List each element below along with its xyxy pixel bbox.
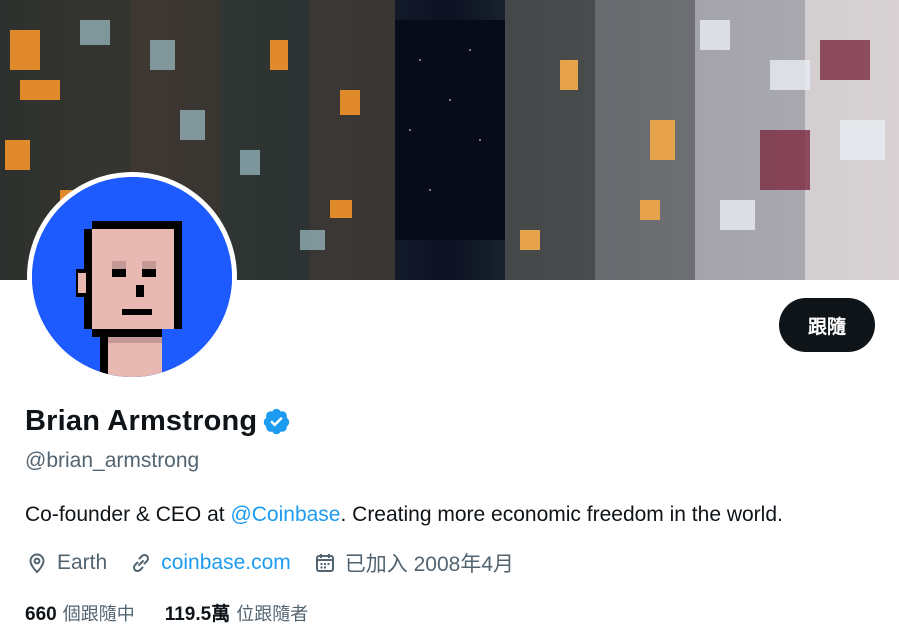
profile-stats: 660 個跟隨中 119.5萬 位跟隨者 — [25, 599, 338, 626]
location-pin-icon — [29, 553, 45, 574]
bio-mention-link[interactable]: @Coinbase — [230, 503, 340, 526]
profile-meta: Earth coinbase.com 已加入 2008年4月 — [25, 548, 536, 578]
follow-button[interactable]: 跟隨 — [779, 298, 875, 352]
location-item: Earth — [25, 551, 107, 575]
calendar-icon — [315, 554, 334, 572]
followers-label: 位跟隨者 — [236, 604, 309, 625]
link-icon — [133, 553, 150, 573]
joined-date: 已加入 2008年4月 — [344, 553, 515, 576]
website-link[interactable]: coinbase.com — [161, 551, 291, 575]
following-count: 660 — [25, 603, 57, 625]
avatar-pixel-portrait — [32, 177, 232, 377]
profile-bio: Co-founder & CEO at @Coinbase. Creating … — [25, 503, 783, 527]
bio-text-suffix: . Creating more economic freedom in the … — [340, 503, 783, 526]
following-stat[interactable]: 660 個跟隨中 — [25, 600, 135, 626]
verified-badge-icon[interactable] — [262, 407, 291, 436]
user-handle: @brian_armstrong — [25, 449, 200, 472]
avatar[interactable] — [32, 177, 232, 377]
website-item: coinbase.com — [129, 551, 291, 575]
followers-count: 119.5萬 — [164, 604, 231, 625]
avatar-frame[interactable] — [27, 172, 237, 382]
location-text: Earth — [57, 551, 108, 574]
following-label: 個跟隨中 — [62, 603, 135, 625]
display-name: Brian Armstrong — [25, 405, 258, 437]
followers-stat[interactable]: 119.5萬 位跟隨者 — [165, 599, 309, 626]
profile-name-row: Brian Armstrong — [25, 405, 291, 438]
bio-text-prefix: Co-founder & CEO at — [25, 503, 231, 526]
joined-item: 已加入 2008年4月 — [313, 548, 514, 578]
